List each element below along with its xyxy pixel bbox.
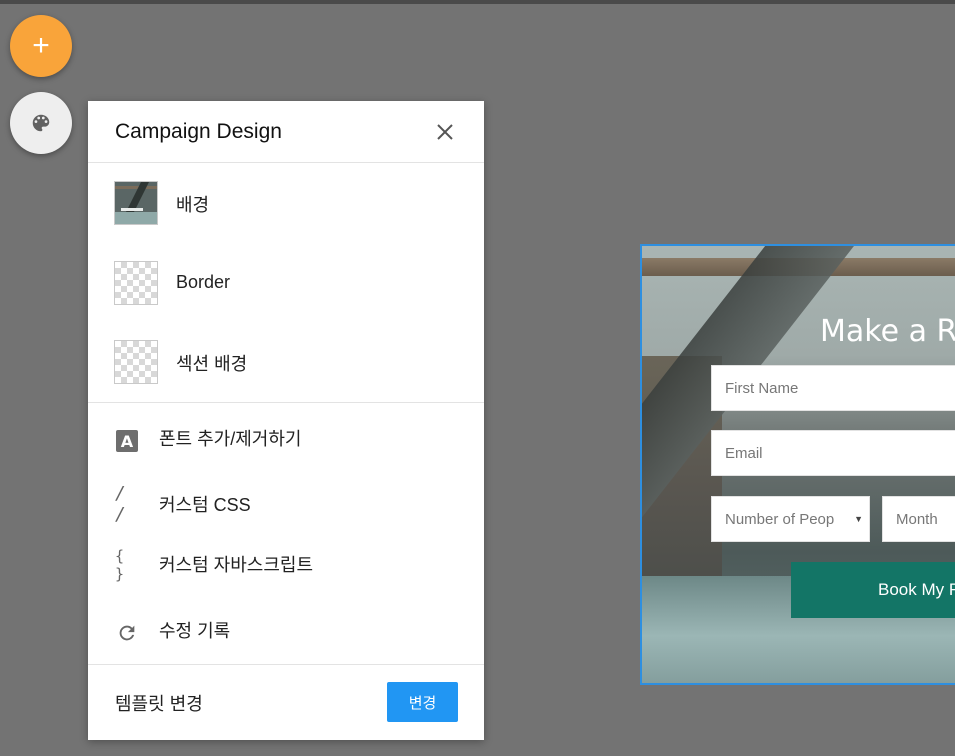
first-name-input[interactable]: First Name [711,365,955,411]
close-button[interactable] [434,121,456,143]
change-template-label: 템플릿 변경 [115,694,203,714]
design-palette-button[interactable] [10,92,72,154]
custom-javascript-item[interactable]: { } 커스텀 자바스크립트 [88,541,484,591]
custom-css-label: 커스텀 CSS [159,495,251,515]
braces-icon: { } [115,547,125,583]
number-of-people-select[interactable]: Number of Peop ▼ [711,496,870,542]
background-swatch[interactable] [114,181,158,225]
background-setting-item[interactable]: 배경 [88,171,484,231]
background-label: 배경 [176,195,210,215]
campaign-design-panel: Campaign Design 배경 Border 섹션 배경 A 폰트 추가/… [88,101,484,740]
palette-icon [32,114,50,132]
custom-css-item[interactable]: / / 커스텀 CSS [88,481,484,531]
border-swatch[interactable] [114,261,158,305]
section-background-swatch[interactable] [114,340,158,384]
custom-javascript-label: 커스텀 자바스크립트 [159,555,314,575]
book-button[interactable]: Book My R [791,562,955,618]
revision-history-label: 수정 기록 [159,621,231,641]
number-of-people-value: Number of Peop [725,510,835,528]
border-label: Border [176,272,231,292]
refresh-history-icon [115,621,139,645]
section-background-label: 섹션 배경 [176,354,248,374]
dropdown-arrow-icon: ▼ [854,514,863,524]
revision-history-item[interactable]: 수정 기록 [88,607,484,657]
background-thumbnail-image [115,182,157,224]
add-element-button[interactable]: + [10,15,72,77]
email-input[interactable]: Email [711,430,955,476]
month-value: Month [896,510,938,528]
font-manage-item[interactable]: A 폰트 추가/제거하기 [88,415,484,465]
panel-header: Campaign Design [88,101,484,163]
section-background-setting-item[interactable]: 섹션 배경 [88,330,484,390]
preview-title: Make a Re [820,314,955,349]
panel-title: Campaign Design [115,120,282,143]
css-slashes-icon: / / [115,483,126,525]
month-select[interactable]: Month [882,496,955,542]
campaign-preview[interactable]: Make a Re First Name Email Number of Peo… [640,244,955,685]
top-edge [0,0,955,4]
font-icon: A [115,429,139,453]
border-setting-item[interactable]: Border [88,251,484,311]
plus-icon: + [32,29,50,62]
change-template-button[interactable]: 변경 [387,682,458,722]
font-manage-label: 폰트 추가/제거하기 [159,429,302,449]
close-icon [437,124,453,140]
svg-text:A: A [121,432,134,451]
panel-footer: 템플릿 변경 변경 [88,664,484,740]
section-divider [88,402,484,403]
